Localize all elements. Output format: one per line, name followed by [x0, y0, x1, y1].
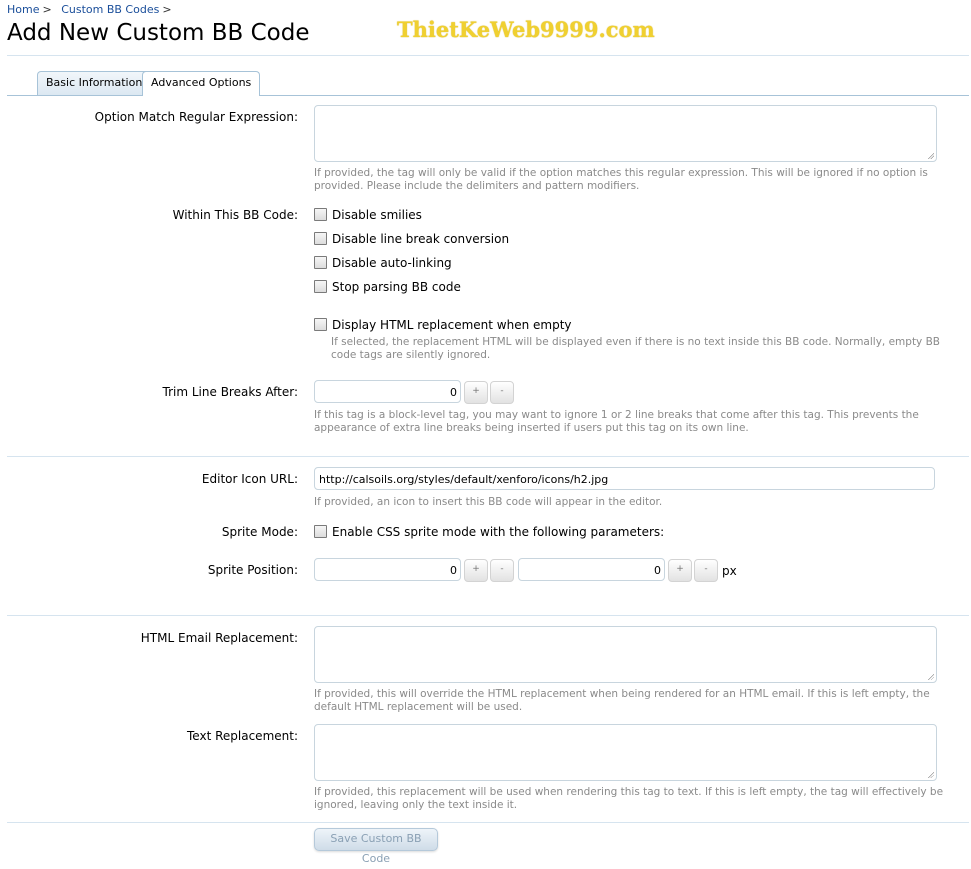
trim-line-breaks-input[interactable]: 0 [314, 380, 461, 403]
trim-decrease-button[interactable]: - [490, 381, 514, 404]
trim-line-breaks-label: Trim Line Breaks After: [162, 385, 298, 399]
sprite-position-label: Sprite Position: [207, 563, 298, 577]
save-custom-bb-code-button[interactable]: Save Custom BB Code [314, 828, 438, 865]
sprite-x-increase-button[interactable]: + [464, 559, 488, 582]
display-html-empty-hint: If selected, the replacement HTML will b… [331, 336, 941, 361]
text-replacement-label: Text Replacement: [187, 729, 298, 743]
disable-smilies-text: Disable smilies [332, 208, 422, 222]
tab-basic-information[interactable]: Basic Information [37, 71, 152, 95]
text-replacement-textarea[interactable] [314, 724, 937, 781]
stop-parsing-text: Stop parsing BB code [332, 280, 461, 294]
disable-auto-linking-checkbox[interactable] [314, 256, 327, 269]
editor-icon-url-label: Editor Icon URL: [201, 472, 298, 486]
disable-auto-linking-text: Disable auto-linking [332, 256, 452, 270]
tab-bar: Basic Information Advanced Options [7, 71, 969, 96]
sprite-position-y-input[interactable]: 0 [518, 558, 665, 581]
sprite-mode-text: Enable CSS sprite mode with the followin… [332, 525, 665, 539]
resize-grip-icon[interactable] [927, 673, 934, 680]
section-divider [7, 822, 969, 823]
sprite-position-x-input[interactable]: 0 [314, 558, 461, 581]
display-html-empty-text: Display HTML replacement when empty [332, 318, 572, 332]
disable-line-break-text: Disable line break conversion [332, 232, 510, 246]
option-regex-label: Option Match Regular Expression: [94, 110, 298, 124]
sprite-y-increase-button[interactable]: + [668, 559, 692, 582]
display-html-empty-checkbox[interactable] [314, 318, 327, 331]
trim-line-breaks-hint: If this tag is a block-level tag, you ma… [314, 409, 919, 434]
section-divider [7, 615, 969, 616]
trim-increase-button[interactable]: + [464, 381, 488, 404]
editor-icon-url-hint: If provided, an icon to insert this BB c… [314, 496, 663, 508]
sprite-y-decrease-button[interactable]: - [694, 559, 718, 582]
tab-advanced-options[interactable]: Advanced Options [142, 71, 261, 96]
breadcrumb-custom-bb-codes-link[interactable]: Custom BB Codes [61, 3, 159, 16]
breadcrumb-separator: > [42, 3, 52, 16]
sprite-mode-checkbox[interactable] [314, 525, 327, 538]
sprite-mode-option[interactable]: Enable CSS sprite mode with the followin… [314, 524, 664, 540]
disable-line-break-checkbox[interactable] [314, 232, 327, 245]
stop-parsing-checkbox[interactable] [314, 280, 327, 293]
editor-icon-url-input[interactable]: http://calsoils.org/styles/default/xenfo… [314, 467, 935, 490]
resize-grip-icon[interactable] [927, 771, 934, 778]
stop-parsing-option[interactable]: Stop parsing BB code [314, 279, 461, 295]
title-divider [7, 55, 969, 56]
option-regex-textarea[interactable] [314, 105, 937, 162]
disable-smilies-option[interactable]: Disable smilies [314, 207, 422, 223]
option-regex-hint: If provided, the tag will only be valid … [314, 167, 928, 192]
sprite-mode-label: Sprite Mode: [221, 525, 298, 539]
breadcrumb-home-link[interactable]: Home [7, 3, 39, 16]
breadcrumb: Home > Custom BB Codes > [7, 3, 178, 16]
page-title: Add New Custom BB Code [7, 20, 310, 46]
breadcrumb-separator: > [162, 3, 172, 16]
sprite-x-decrease-button[interactable]: - [490, 559, 514, 582]
watermark: ThietKeWeb9999.com [397, 17, 655, 42]
sprite-position-unit: px [722, 564, 737, 578]
html-email-replacement-label: HTML Email Replacement: [140, 631, 298, 645]
section-divider [7, 456, 969, 457]
within-bb-code-label: Within This BB Code: [172, 208, 298, 222]
text-replacement-hint: If provided, this replacement will be us… [314, 786, 944, 811]
disable-auto-linking-option[interactable]: Disable auto-linking [314, 255, 452, 271]
disable-line-break-option[interactable]: Disable line break conversion [314, 231, 509, 247]
display-html-empty-option[interactable]: Display HTML replacement when empty [314, 317, 572, 333]
resize-grip-icon[interactable] [927, 152, 934, 159]
html-email-replacement-hint: If provided, this will override the HTML… [314, 688, 930, 713]
html-email-replacement-textarea[interactable] [314, 626, 937, 683]
disable-smilies-checkbox[interactable] [314, 208, 327, 221]
